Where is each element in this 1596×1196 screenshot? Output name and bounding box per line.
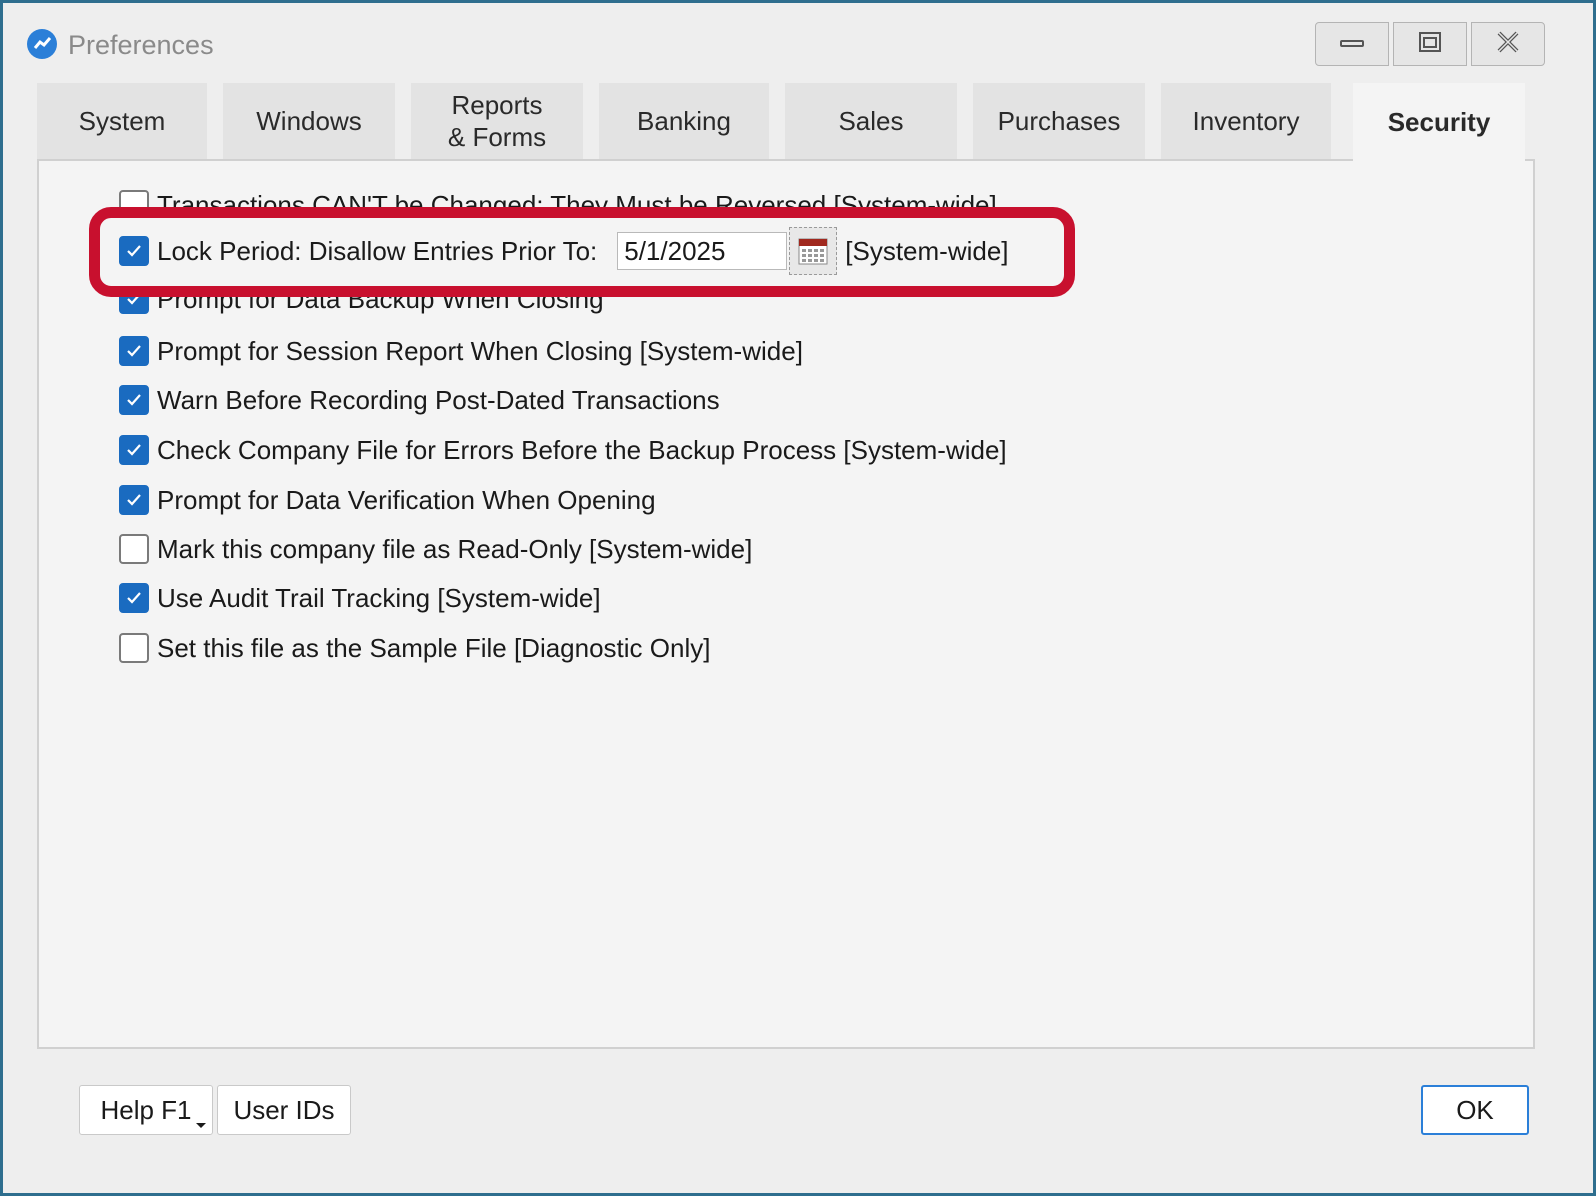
tab-label: Banking — [637, 106, 731, 136]
option-read-only[interactable]: Mark this company file as Read-Only [Sys… — [119, 531, 752, 567]
option-prompt-backup[interactable]: Prompt for Data Backup When Closing — [119, 295, 604, 317]
option-prompt-session-report[interactable]: Prompt for Session Report When Closing [… — [119, 333, 803, 369]
option-transactions-reversed[interactable]: Transactions CAN'T be Changed; They Must… — [119, 187, 997, 209]
tab-label-line1: Reports — [451, 90, 543, 120]
lock-date-input[interactable]: 5/1/2025 — [617, 232, 788, 270]
dropdown-caret-icon — [196, 1123, 206, 1128]
tab-label: Windows — [256, 106, 362, 136]
option-sample-file[interactable]: Set this file as the Sample File [Diagno… — [119, 630, 710, 666]
calendar-button[interactable] — [789, 227, 838, 275]
system-wide-label: [System-wide] — [845, 235, 1009, 266]
tab-label: System — [78, 106, 166, 136]
option-audit-trail[interactable]: Use Audit Trail Tracking [System-wide] — [119, 580, 601, 616]
checkbox[interactable] — [119, 236, 149, 266]
app-logo-icon — [27, 29, 57, 59]
minimize-icon — [1340, 35, 1364, 53]
restore-button[interactable] — [1393, 22, 1467, 66]
checkmark-icon — [127, 394, 141, 406]
user-ids-button-label: User IDs — [233, 1094, 335, 1125]
tab-inventory[interactable]: Inventory — [1161, 83, 1331, 159]
checkmark-icon — [127, 295, 141, 305]
option-label: Use Audit Trail Tracking [System-wide] — [157, 582, 601, 613]
checkbox[interactable] — [119, 336, 149, 366]
preferences-window: Preferences System Windows Reports & For… — [0, 0, 1596, 1196]
tab-sales[interactable]: Sales — [785, 83, 957, 159]
user-ids-button[interactable]: User IDs — [217, 1085, 351, 1135]
tab-label: Purchases — [997, 106, 1121, 136]
checkmark-icon — [127, 494, 141, 506]
title-bar: Preferences — [3, 3, 1593, 83]
checkbox[interactable] — [119, 295, 149, 314]
tab-label-line2: & Forms — [447, 122, 547, 152]
tab-banking[interactable]: Banking — [599, 83, 769, 159]
checkbox[interactable] — [119, 583, 149, 613]
option-label: Prompt for Session Report When Closing [… — [157, 335, 803, 366]
ok-button[interactable]: OK — [1421, 1085, 1529, 1135]
option-label: Mark this company file as Read-Only [Sys… — [157, 533, 753, 564]
tab-reports-forms[interactable]: Reports & Forms — [411, 83, 583, 159]
tab-windows[interactable]: Windows — [223, 83, 395, 159]
option-label: Transactions CAN'T be Changed; They Must… — [157, 189, 997, 210]
checkbox[interactable] — [119, 190, 149, 209]
calendar-icon — [798, 238, 828, 265]
checkmark-icon — [127, 592, 141, 604]
tab-label: Sales — [838, 106, 904, 136]
checkbox[interactable] — [119, 435, 149, 465]
tab-security[interactable]: Security — [1353, 83, 1525, 161]
restore-icon — [1418, 31, 1442, 58]
tab-purchases[interactable]: Purchases — [973, 83, 1145, 159]
ok-button-label: OK — [1456, 1094, 1494, 1125]
option-check-errors[interactable]: Check Company File for Errors Before the… — [119, 432, 1007, 468]
close-icon — [1495, 29, 1521, 60]
close-button[interactable] — [1471, 22, 1545, 66]
minimize-button[interactable] — [1315, 22, 1389, 66]
tab-label: Security — [1387, 107, 1491, 137]
option-prompt-verification[interactable]: Prompt for Data Verification When Openin… — [119, 482, 656, 518]
checkmark-icon — [127, 245, 141, 257]
option-warn-post-dated[interactable]: Warn Before Recording Post-Dated Transac… — [119, 382, 720, 418]
tab-system[interactable]: System — [37, 83, 207, 159]
option-label: Prompt for Data Backup When Closing — [157, 295, 604, 314]
option-label: Prompt for Data Verification When Openin… — [157, 484, 656, 515]
help-button[interactable]: Help F1 — [79, 1085, 213, 1135]
option-label: Set this file as the Sample File [Diagno… — [157, 632, 711, 663]
checkmark-icon — [127, 345, 141, 357]
checkbox[interactable] — [119, 534, 149, 564]
option-label: Check Company File for Errors Before the… — [157, 434, 1007, 465]
tab-label: Inventory — [1192, 106, 1300, 136]
option-label: Warn Before Recording Post-Dated Transac… — [157, 384, 720, 415]
checkbox[interactable] — [119, 385, 149, 415]
checkbox[interactable] — [119, 485, 149, 515]
checkbox[interactable] — [119, 633, 149, 663]
checkmark-icon — [127, 444, 141, 456]
window-title: Preferences — [68, 30, 214, 60]
option-label: Lock Period: Disallow Entries Prior To: — [157, 235, 598, 266]
option-lock-period[interactable]: Lock Period: Disallow Entries Prior To: … — [119, 227, 1009, 275]
help-button-label: Help F1 — [100, 1094, 192, 1125]
